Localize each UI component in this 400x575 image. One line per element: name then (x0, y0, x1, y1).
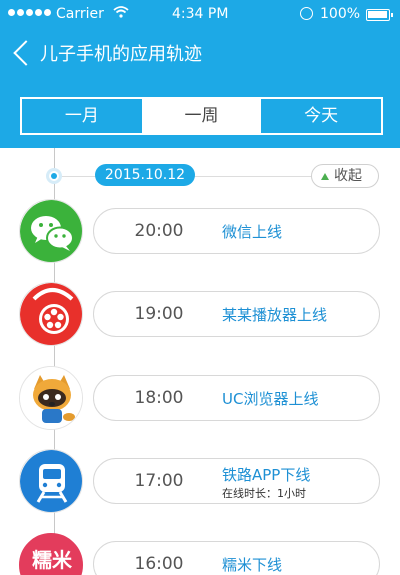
list-item[interactable]: 16:00 糯米下线 (93, 541, 380, 575)
collapse-label: 收起 (334, 168, 362, 184)
clock: 4:34 PM (172, 6, 229, 22)
signal-icon (8, 9, 51, 16)
nuomi-icon: 糯米 (19, 533, 83, 575)
tab-today[interactable]: 今天 (261, 99, 381, 133)
caret-up-icon (321, 173, 329, 180)
page-title: 儿子手机的应用轨迹 (40, 44, 202, 65)
event-time: 19:00 (134, 304, 184, 324)
rotation-lock-icon (300, 7, 313, 20)
event-label: 糯米下线 (222, 556, 283, 574)
timeline-dot (46, 168, 62, 184)
list-item[interactable]: 17:00 铁路APP下线 在线时长：1小时 (93, 458, 380, 504)
list-item[interactable]: 19:00 某某播放器上线 (93, 291, 380, 337)
event-time: 16:00 (134, 554, 184, 574)
event-label: 某某播放器上线 (222, 306, 328, 324)
event-label: UC浏览器上线 (222, 390, 319, 408)
tab-week[interactable]: 一周 (141, 99, 262, 133)
event-time: 18:00 (134, 388, 184, 408)
event-time: 20:00 (134, 221, 184, 241)
nuomi-icon-text: 糯米 (32, 548, 72, 572)
wechat-icon (19, 199, 83, 263)
list-item[interactable]: 20:00 微信上线 (93, 208, 380, 254)
event-label: 铁路APP下线 (222, 466, 311, 484)
tab-month[interactable]: 一月 (22, 99, 142, 133)
railway-icon (19, 449, 83, 513)
list-item[interactable]: 18:00 UC浏览器上线 (93, 375, 380, 421)
status-bar: Carrier 4:34 PM 100% (0, 0, 400, 30)
carrier-label: Carrier (56, 6, 104, 22)
event-label: 微信上线 (222, 223, 283, 241)
collapse-button[interactable]: 收起 (311, 164, 379, 188)
video-player-icon (19, 282, 83, 346)
event-detail: 在线时长：1小时 (222, 487, 306, 500)
period-selector: 一月 一周 今天 (20, 97, 383, 135)
battery-percent: 100% (320, 6, 361, 22)
uc-browser-icon (19, 366, 83, 430)
date-badge: 2015.10.12 (95, 164, 195, 186)
battery-icon (366, 9, 393, 21)
back-chevron-icon[interactable] (8, 38, 34, 68)
wifi-icon (113, 6, 129, 22)
event-time: 17:00 (134, 471, 184, 491)
header-bar: Carrier 4:34 PM 100% 儿子手机的应用轨迹 一月 一周 今天 (0, 0, 400, 148)
